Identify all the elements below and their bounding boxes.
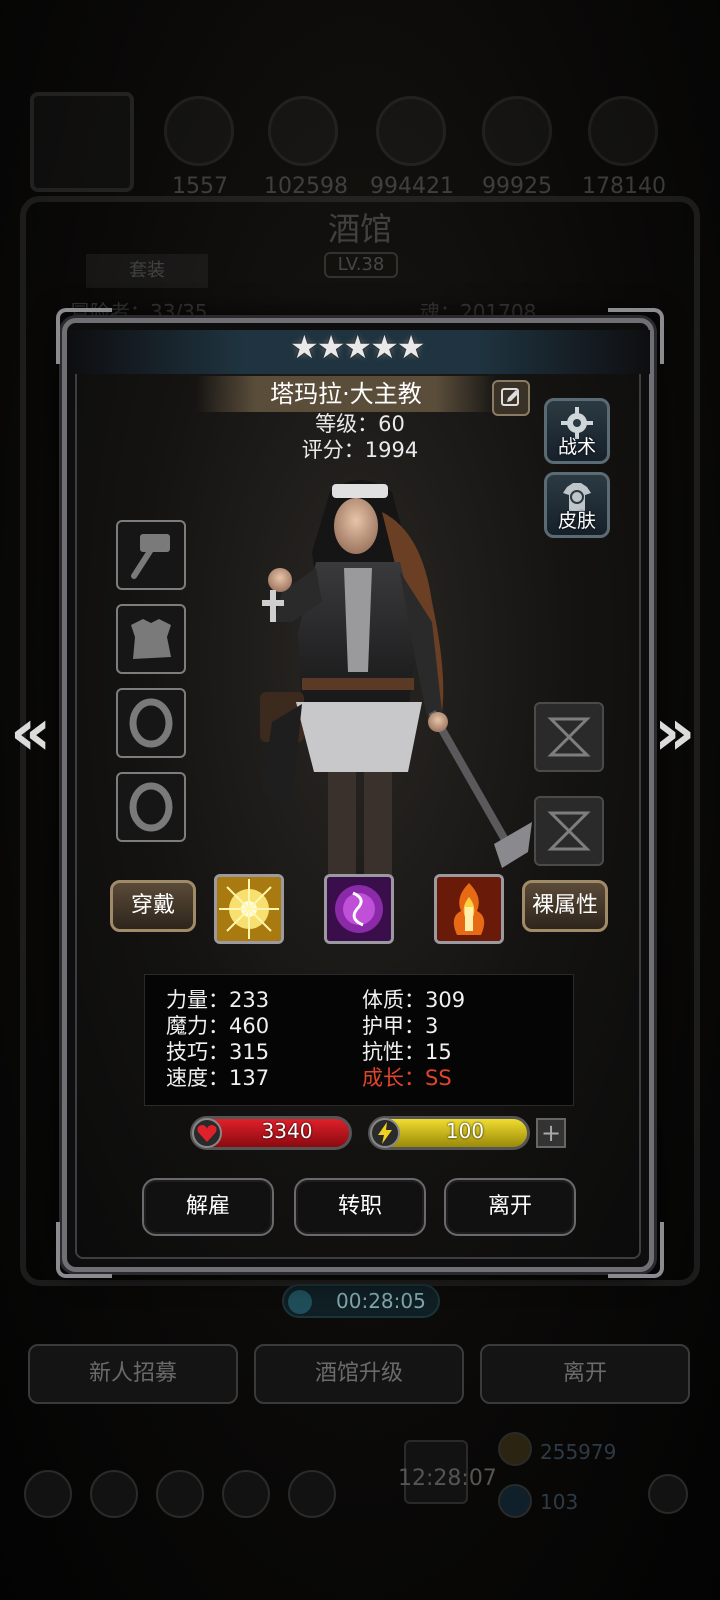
panel-corner-ornament xyxy=(608,1222,664,1278)
panel-corner-ornament xyxy=(56,1222,112,1278)
hourglass-lock-icon xyxy=(547,811,591,851)
gold-coin-icon xyxy=(498,1432,532,1466)
add-energy-button[interactable]: + xyxy=(536,1118,566,1148)
skin-button[interactable]: 皮肤 xyxy=(544,472,610,538)
tactics-button[interactable]: 战术 xyxy=(544,398,610,464)
tab-set: 套装 xyxy=(86,254,208,288)
stat-growth: 成长：SS xyxy=(362,1066,452,1090)
skill-slot-3[interactable] xyxy=(434,874,504,944)
pencil-icon xyxy=(501,388,519,406)
ring-icon xyxy=(129,782,173,832)
dismiss-button[interactable]: 解雇 xyxy=(142,1178,274,1236)
hero-name: 塔玛拉·大主教 xyxy=(196,376,496,412)
energy-value: 100 xyxy=(445,1119,485,1143)
hp-value: 3340 xyxy=(261,1119,313,1143)
tactics-label: 战术 xyxy=(557,436,596,458)
resource-icon-3 xyxy=(376,96,446,166)
locked-slot-2[interactable] xyxy=(534,796,604,866)
hammer-icon xyxy=(131,534,170,579)
ring-icon xyxy=(129,698,173,748)
heart-icon xyxy=(192,1118,222,1148)
timer-text: 00:28:05 xyxy=(336,1289,426,1313)
skin-label: 皮肤 xyxy=(557,510,596,532)
resource-icon-1 xyxy=(164,96,234,166)
hero-portrait xyxy=(260,480,532,892)
new-recruit-button: 新人招募 xyxy=(28,1344,238,1404)
skill-slot-1[interactable] xyxy=(214,874,284,944)
resource-icon-2 xyxy=(268,96,338,166)
tavern-leave-button: 离开 xyxy=(480,1344,690,1404)
next-hero-arrow[interactable]: » xyxy=(654,696,695,770)
armor-slot[interactable] xyxy=(116,604,186,674)
weapon-slot[interactable] xyxy=(116,520,186,590)
dock-icon-5 xyxy=(288,1470,336,1518)
tavern-title: 酒馆 xyxy=(327,210,392,248)
stat-speed: 速度：137 xyxy=(166,1066,270,1090)
dock-plus-icon xyxy=(648,1474,688,1514)
gem-value: 103 xyxy=(540,1490,579,1514)
gold-value: 255979 xyxy=(540,1440,617,1464)
clock-text: 12:28:07 xyxy=(398,1466,497,1491)
star-rating: ★★★★★ xyxy=(290,328,425,366)
tavern-upgrade-button: 酒馆升级 xyxy=(254,1344,464,1404)
skill-slot-2[interactable] xyxy=(324,874,394,944)
resource-icon-5 xyxy=(588,96,658,166)
holy-fire-icon xyxy=(437,877,501,941)
locked-slot-1[interactable] xyxy=(534,702,604,772)
arcane-rune-icon xyxy=(327,877,391,941)
ring-slot-1[interactable] xyxy=(116,688,186,758)
tavern-level: LV.38 xyxy=(324,252,398,278)
menu-square-icon xyxy=(30,92,134,192)
job-change-button[interactable]: 转职 xyxy=(294,1178,426,1236)
ring-slot-2[interactable] xyxy=(116,772,186,842)
hourglass-lock-icon xyxy=(547,717,591,757)
armor-icon xyxy=(131,619,171,659)
dock-icon-3 xyxy=(156,1470,204,1518)
dock-icon-2 xyxy=(90,1470,138,1518)
resource-icon-4 xyxy=(482,96,552,166)
prev-hero-arrow[interactable]: « xyxy=(10,696,51,770)
dock-icon-1 xyxy=(24,1470,72,1518)
hero-score: 评分：1994 xyxy=(301,438,419,462)
leave-button[interactable]: 离开 xyxy=(444,1178,576,1236)
timer-icon xyxy=(288,1290,312,1314)
wear-button[interactable]: 穿戴 xyxy=(110,880,196,932)
bare-attributes-button[interactable]: 裸属性 xyxy=(522,880,608,932)
lightning-icon xyxy=(370,1118,400,1148)
dock-icon-4 xyxy=(222,1470,270,1518)
light-burst-icon xyxy=(217,877,281,941)
gem-icon xyxy=(498,1484,532,1518)
